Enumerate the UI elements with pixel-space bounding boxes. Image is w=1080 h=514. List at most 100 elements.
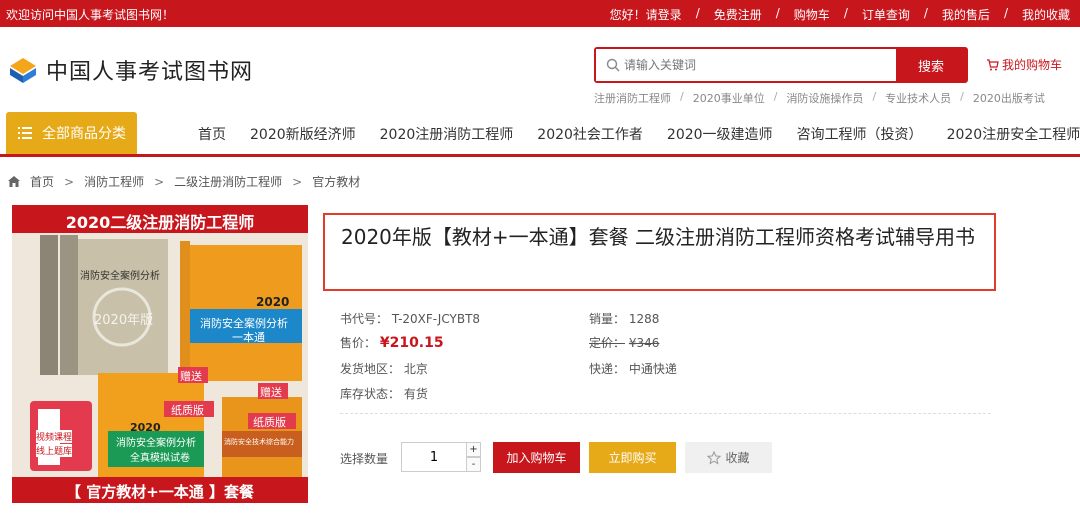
sales-value: 1288 [628, 312, 660, 326]
favorite-button[interactable]: 收藏 [685, 442, 772, 473]
image-book-c-sub: 全真模拟试卷 [130, 453, 190, 464]
all-categories-button[interactable]: 全部商品分类 [6, 112, 137, 154]
book-code-value: T-20XF-JCYBT8 [391, 312, 481, 326]
search-icon [606, 58, 620, 72]
add-to-cart-button[interactable]: 加入购物车 [493, 442, 580, 473]
separator: / [872, 90, 877, 103]
main-nav: 全部商品分类 首页 2020新版经济师 2020注册消防工程师 2020社会工作… [0, 112, 1080, 157]
quantity-increment-button[interactable]: + [466, 442, 481, 457]
hot-keyword[interactable]: 注册消防工程师 [594, 90, 671, 106]
search-bar: 搜索 [594, 47, 968, 83]
image-gift-tag: 赠送 [260, 386, 282, 399]
image-online-tag: 线上题库 [36, 444, 73, 457]
express-value: 中通快递 [628, 362, 677, 376]
image-book-c-year: 2020 [130, 421, 161, 434]
hot-keyword[interactable]: 2020出版考试 [973, 90, 1045, 106]
nav-item-safety-engineer[interactable]: 2020注册安全工程师 [947, 124, 1080, 144]
nav-item-constructor[interactable]: 2020一级建造师 [667, 124, 773, 144]
product-image[interactable]: 2020二级注册消防工程师 消防安全案例分析 2020年版 2020 消防安全案… [12, 205, 308, 503]
nav-item-consulting[interactable]: 咨询工程师（投资） [797, 124, 923, 144]
my-cart-label: 我的购物车 [1002, 58, 1063, 72]
breadcrumb-separator: > [154, 174, 165, 189]
price-value: ¥210.15 [379, 335, 444, 351]
stock-label: 库存状态： [340, 387, 401, 401]
separator: / [843, 6, 848, 20]
favorite-label: 收藏 [725, 451, 750, 465]
image-book-d-title: 消防安全技术综合能力 [224, 438, 294, 446]
image-book-a-year: 2020年版 [94, 313, 154, 328]
ship-from-row: 发货地区： 北京 [340, 360, 428, 377]
login-link[interactable]: 您好！请登录 [610, 6, 682, 23]
image-bottom-banner: 【 官方教材+一本通 】套餐 [65, 483, 254, 501]
quantity-decrement-button[interactable]: - [466, 457, 481, 472]
hot-keyword[interactable]: 消防设施操作员 [786, 90, 863, 106]
price-label: 售价： [340, 336, 377, 350]
my-cart-link[interactable]: 我的购物车 [986, 56, 1062, 73]
separator: / [695, 6, 700, 20]
separator: / [680, 90, 684, 103]
logo-text: 中国人事考试图书网 [46, 60, 254, 85]
menu-icon [18, 127, 32, 139]
stock-value: 有货 [403, 387, 428, 401]
image-gift-tag: 赠送 [180, 370, 202, 383]
ship-from-value: 北京 [403, 362, 428, 376]
image-top-banner: 2020二级注册消防工程师 [65, 213, 255, 232]
divider [340, 413, 991, 414]
nav-item-economist[interactable]: 2020新版经济师 [250, 124, 356, 144]
breadcrumb-item[interactable]: 官方教材 [312, 173, 360, 190]
image-book-a-title: 消防安全案例分析 [80, 271, 160, 282]
site-logo[interactable]: 中国人事考试图书网 [8, 54, 253, 86]
express-row: 快递： 中通快递 [589, 360, 677, 377]
breadcrumb-home[interactable]: 首页 [30, 173, 54, 190]
top-bar: 欢迎访问中国人事考试图书网！ 您好！请登录 / 免费注册 / 购物车 / 订单查… [0, 0, 1080, 27]
quantity-input[interactable] [401, 442, 467, 472]
nav-items: 首页 2020新版经济师 2020注册消防工程师 2020社会工作者 2020一… [198, 124, 1080, 144]
separator: / [1003, 6, 1008, 20]
list-price-value: ¥346 [628, 336, 660, 350]
nav-item-fire-engineer[interactable]: 2020注册消防工程师 [380, 124, 514, 144]
after-sales-link[interactable]: 我的售后 [942, 6, 990, 23]
book-code-label: 书代号： [340, 312, 389, 326]
nav-item-home[interactable]: 首页 [198, 124, 226, 144]
quantity-label: 选择数量 [340, 452, 389, 466]
hot-keyword[interactable]: 2020事业单位 [693, 90, 765, 106]
image-book-c-title: 消防安全案例分析 [116, 438, 196, 449]
breadcrumb-item[interactable]: 消防工程师 [84, 173, 144, 190]
express-label: 快递： [589, 362, 626, 376]
hot-keyword[interactable]: 专业技术人员 [885, 90, 951, 106]
buy-now-button[interactable]: 立即购买 [589, 442, 676, 473]
welcome-text: 欢迎访问中国人事考试图书网！ [6, 8, 175, 22]
image-book-b-year: 2020 [256, 295, 290, 309]
breadcrumb-item[interactable]: 二级注册消防工程师 [174, 173, 282, 190]
sales-row: 销量： 1288 [589, 310, 659, 327]
cart-top-link[interactable]: 购物车 [794, 6, 830, 23]
hot-keywords: 注册消防工程师 / 2020事业单位 / 消防设施操作员 / 专业技术人员 / … [594, 90, 1045, 106]
breadcrumb: 首页 > 消防工程师 > 二级注册消防工程师 > 官方教材 [8, 173, 360, 190]
logo-icon [10, 58, 36, 83]
ship-from-label: 发货地区： [340, 362, 401, 376]
image-paper-tag: 纸质版 [253, 416, 286, 429]
image-book-b-sub: 一本通 [232, 331, 265, 344]
product-title-box: 2020年版【教材+一本通】套餐 二级注册消防工程师资格考试辅导用书 [323, 213, 996, 291]
header: 中国人事考试图书网 搜索 我的购物车 注册消防工程师 / 2020事业单位 / … [0, 27, 1080, 112]
separator: / [960, 90, 964, 103]
stock-row: 库存状态： 有货 [340, 385, 428, 402]
search-button[interactable]: 搜索 [896, 49, 966, 81]
top-links: 您好！请登录 / 免费注册 / 购物车 / 订单查询 / 我的售后 / 我的收藏 [610, 6, 1070, 23]
product-title: 2020年版【教材+一本通】套餐 二级注册消防工程师资格考试辅导用书 [341, 225, 976, 249]
breadcrumb-separator: > [292, 174, 303, 189]
separator: / [773, 90, 778, 103]
home-icon [8, 176, 20, 187]
register-link[interactable]: 免费注册 [714, 6, 762, 23]
favorites-link[interactable]: 我的收藏 [1022, 6, 1070, 23]
all-categories-label: 全部商品分类 [42, 126, 126, 142]
search-input[interactable] [596, 49, 896, 81]
image-video-tag: 视频课程 [36, 430, 73, 443]
image-paper-tag: 纸质版 [171, 404, 204, 417]
order-query-link[interactable]: 订单查询 [862, 6, 910, 23]
sales-label: 销量： [589, 312, 626, 326]
cart-icon [987, 58, 999, 70]
list-price-label: 定价： [589, 336, 626, 350]
nav-item-social-worker[interactable]: 2020社会工作者 [537, 124, 643, 144]
star-icon [707, 450, 722, 465]
